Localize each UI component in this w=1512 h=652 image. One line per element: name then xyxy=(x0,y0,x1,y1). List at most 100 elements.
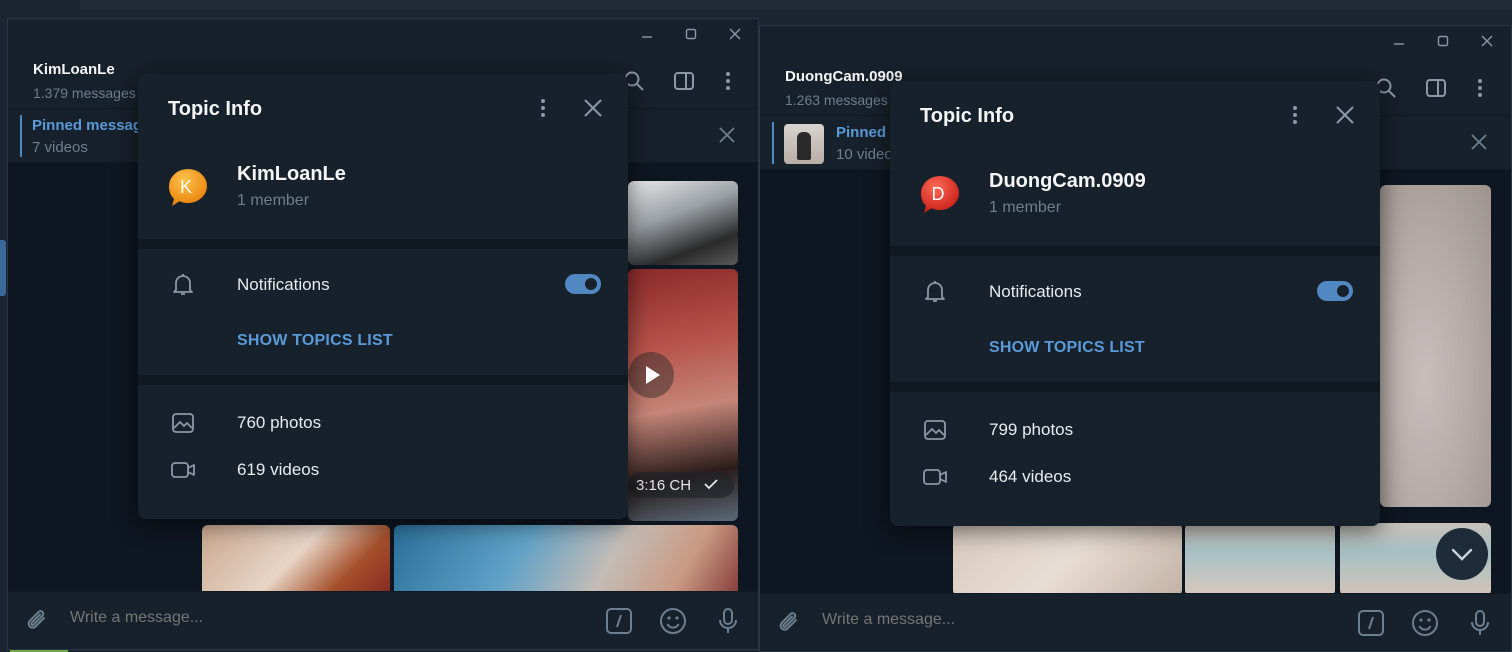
video-play-button[interactable] xyxy=(628,352,674,398)
panel-title: Topic Info xyxy=(168,98,263,120)
chat-subtitle: 1.379 messages xyxy=(33,85,136,101)
emoji-button[interactable] xyxy=(658,606,688,636)
panel-title: Topic Info xyxy=(920,105,1015,127)
topic-name: KimLoanLe xyxy=(237,163,346,185)
panel-menu-button[interactable] xyxy=(531,96,555,120)
photos-count[interactable]: 760 photos xyxy=(237,413,321,433)
videos-count[interactable]: 464 videos xyxy=(989,467,1071,487)
sidebar-toggle-button[interactable] xyxy=(1424,76,1448,100)
message-time: 3:16 CH xyxy=(636,477,692,494)
chat-menu-button[interactable] xyxy=(1468,76,1492,100)
minimize-icon xyxy=(642,36,652,38)
bell-icon xyxy=(173,274,193,295)
close-icon xyxy=(1481,35,1493,47)
attach-button[interactable] xyxy=(24,607,52,635)
close-icon xyxy=(729,28,741,40)
message-composer xyxy=(8,591,758,649)
media-thumbnail[interactable] xyxy=(202,525,390,591)
topic-member-count: 1 member xyxy=(237,192,310,209)
panel-close-button[interactable] xyxy=(581,96,605,120)
videos-row-icon xyxy=(922,464,948,490)
attach-button[interactable] xyxy=(776,609,804,637)
topic-bubble-icon: D xyxy=(920,176,960,213)
media-thumbnail[interactable] xyxy=(394,525,738,591)
chat-menu-button[interactable] xyxy=(716,69,740,93)
notifications-toggle[interactable] xyxy=(565,274,601,294)
bot-command-button[interactable] xyxy=(1356,608,1386,638)
maximize-button[interactable] xyxy=(668,19,714,49)
window-close-button[interactable] xyxy=(712,19,758,49)
show-topics-list-link[interactable]: SHOW TOPICS LIST xyxy=(989,339,1145,357)
avatar-letter: K xyxy=(180,177,192,197)
chat-title: KimLoanLe xyxy=(33,61,115,78)
pinned-subtitle: 7 videos xyxy=(32,139,88,156)
media-thumbnail[interactable] xyxy=(1185,523,1335,593)
message-input[interactable] xyxy=(70,609,370,627)
message-input[interactable] xyxy=(822,611,1122,629)
media-thumbnail[interactable] xyxy=(953,523,1182,593)
pinned-thumbnail xyxy=(784,124,824,164)
sidebar-toggle-icon xyxy=(1426,79,1446,97)
maximize-button[interactable] xyxy=(1420,26,1466,56)
media-thumbnail[interactable] xyxy=(628,181,738,265)
show-topics-list-link[interactable]: SHOW TOPICS LIST xyxy=(237,332,393,350)
topic-member-count: 1 member xyxy=(989,199,1062,216)
chat-title: DuongCam.0909 xyxy=(785,68,903,85)
photo-icon xyxy=(924,420,946,440)
microphone-icon xyxy=(719,608,737,633)
voice-record-button[interactable] xyxy=(713,606,743,636)
section-divider xyxy=(890,246,1380,256)
chevron-down-icon xyxy=(1451,548,1473,561)
minimize-icon xyxy=(1394,43,1404,45)
more-vertical-icon xyxy=(1478,79,1482,97)
photos-count[interactable]: 799 photos xyxy=(989,420,1073,440)
notifications-row-icon xyxy=(922,278,948,304)
topic-info-panel-left: Topic Info K KimLoanLe 1 member Notifica… xyxy=(138,74,628,519)
minimize-button[interactable] xyxy=(1376,26,1422,56)
topic-info-panel-right: Topic Info D DuongCam.0909 1 member Noti… xyxy=(890,81,1380,526)
section-divider xyxy=(138,375,628,385)
pinned-close-button[interactable] xyxy=(717,125,737,145)
media-thumbnail[interactable] xyxy=(1380,185,1491,507)
paperclip-icon xyxy=(779,612,797,631)
scroll-to-bottom-button[interactable] xyxy=(1436,528,1488,580)
message-composer xyxy=(760,593,1511,651)
bot-command-button[interactable] xyxy=(604,606,634,636)
maximize-icon xyxy=(685,28,697,40)
sidebar-toggle-button[interactable] xyxy=(672,69,696,93)
play-icon xyxy=(646,366,660,384)
video-icon xyxy=(171,462,195,478)
photos-row-icon xyxy=(922,417,948,443)
notifications-row-icon xyxy=(170,271,196,297)
topic-avatar: K xyxy=(166,166,210,210)
panel-menu-button[interactable] xyxy=(1283,103,1307,127)
photos-row-icon xyxy=(170,410,196,436)
window-close-button[interactable] xyxy=(1464,26,1510,56)
pinned-indicator xyxy=(20,115,22,157)
sidebar-toggle-icon xyxy=(674,72,694,90)
topic-avatar: D xyxy=(918,173,962,217)
voice-record-button[interactable] xyxy=(1465,608,1495,638)
videos-row-icon xyxy=(170,457,196,483)
section-divider xyxy=(138,239,628,249)
notifications-label: Notifications xyxy=(989,282,1082,301)
videos-count[interactable]: 619 videos xyxy=(237,460,319,480)
emoji-icon xyxy=(660,608,686,634)
paperclip-icon xyxy=(27,610,45,629)
notifications-label: Notifications xyxy=(237,275,330,294)
chat-subtitle: 1.263 messages xyxy=(785,92,888,108)
message-time-badge: 3:16 CH xyxy=(628,472,734,498)
emoji-button[interactable] xyxy=(1410,608,1440,638)
panel-close-button[interactable] xyxy=(1333,103,1357,127)
bot-command-icon xyxy=(606,608,632,634)
close-icon xyxy=(584,99,602,117)
more-vertical-icon xyxy=(541,99,545,117)
minimize-button[interactable] xyxy=(624,19,670,49)
pinned-close-button[interactable] xyxy=(1469,132,1489,152)
avatar-letter: D xyxy=(932,184,945,204)
bell-icon xyxy=(925,281,945,302)
more-vertical-icon xyxy=(1293,106,1297,124)
notifications-toggle[interactable] xyxy=(1317,281,1353,301)
desktop: KimLoanLe 1.379 messages Pinned message … xyxy=(0,0,1512,652)
section-divider xyxy=(890,382,1380,392)
